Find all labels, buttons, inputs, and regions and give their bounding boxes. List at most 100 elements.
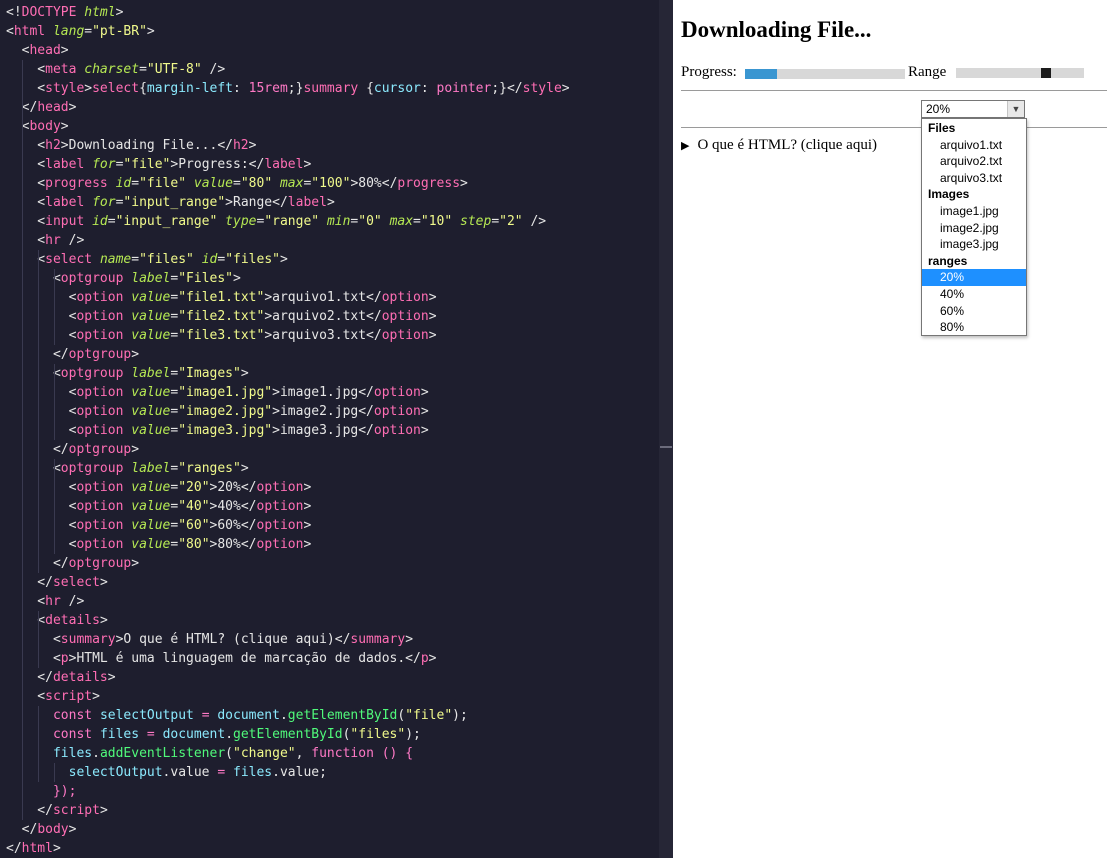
code-token: >arquivo1.txt</: [264, 290, 382, 305]
code-token: <: [6, 518, 77, 533]
code-token: >: [68, 822, 77, 837]
code-line[interactable]: <meta charset="UTF-8" />: [6, 60, 225, 79]
code-line[interactable]: const files = document.getElementById("f…: [6, 725, 421, 744]
dropdown-option[interactable]: image1.jpg: [922, 203, 1026, 220]
dropdown-option[interactable]: 60%: [922, 303, 1026, 320]
code-token: ,: [295, 746, 312, 761]
code-token: progress: [397, 176, 461, 191]
code-token: </: [6, 575, 53, 590]
files-select[interactable]: 20% ▼: [921, 100, 1025, 118]
code-token: {: [139, 81, 147, 96]
code-line[interactable]: <head>: [6, 41, 69, 60]
code-line[interactable]: });: [6, 782, 76, 801]
code-token: max: [279, 176, 304, 191]
code-line[interactable]: <option value="60">60%</option>: [6, 516, 312, 535]
code-line[interactable]: <optgroup label="ranges">: [6, 459, 249, 478]
code-line[interactable]: </head>: [6, 98, 77, 117]
code-line[interactable]: </optgroup>: [6, 440, 139, 459]
code-line[interactable]: <p>HTML é uma linguagem de marcação de d…: [6, 649, 437, 668]
code-token: "ranges": [178, 461, 241, 476]
code-token: />: [201, 62, 226, 77]
code-line[interactable]: <select name="files" id="files">: [6, 250, 288, 269]
code-line[interactable]: <option value="image3.jpg">image3.jpg</o…: [6, 421, 429, 440]
chevron-down-icon[interactable]: ▼: [1007, 101, 1024, 117]
code-token: value: [131, 537, 171, 552]
code-line[interactable]: <!DOCTYPE html>: [6, 3, 123, 22]
code-line[interactable]: <hr />: [6, 231, 84, 250]
dropdown-option[interactable]: arquivo2.txt: [922, 153, 1026, 170]
code-line[interactable]: <input id="input_range" type="range" min…: [6, 212, 546, 231]
code-line[interactable]: <html lang="pt-BR">: [6, 22, 155, 41]
dropdown-option[interactable]: 80%: [922, 319, 1026, 336]
dropdown-option[interactable]: arquivo3.txt: [922, 170, 1026, 187]
code-line[interactable]: <option value="20">20%</option>: [6, 478, 312, 497]
code-editor[interactable]: <!DOCTYPE html> <html lang="pt-BR"> <head…: [0, 0, 659, 858]
code-token: =: [139, 62, 147, 77]
dropdown-option[interactable]: 20%: [922, 269, 1026, 286]
code-line[interactable]: <option value="file1.txt">arquivo1.txt</…: [6, 288, 437, 307]
select-dropdown-list[interactable]: Files arquivo1.txt arquivo2.txt arquivo3.tx…: [921, 118, 1027, 336]
code-token: </: [6, 841, 22, 856]
code-line[interactable]: <option value="40">40%</option>: [6, 497, 312, 516]
dropdown-option[interactable]: image2.jpg: [922, 220, 1026, 237]
details-summary[interactable]: ▶ O que é HTML? (clique aqui): [681, 137, 877, 154]
code-line[interactable]: <progress id="file" value="80" max="100"…: [6, 174, 468, 193]
code-token: >: [52, 841, 61, 856]
scrollbar-thumb[interactable]: [660, 446, 672, 448]
editor-scrollbar[interactable]: [659, 0, 673, 858]
code-line[interactable]: <style>select{margin-left: 15rem;}summar…: [6, 79, 569, 98]
code-line[interactable]: </html>: [6, 839, 61, 858]
code-line[interactable]: files.addEventListener("change", functio…: [6, 744, 413, 763]
code-line[interactable]: <summary>O que é HTML? (clique aqui)</su…: [6, 630, 413, 649]
code-token: =: [217, 765, 226, 780]
disclosure-triangle-icon[interactable]: ▶: [681, 139, 689, 152]
code-token: "image1.jpg": [178, 385, 273, 400]
dropdown-option[interactable]: image3.jpg: [922, 236, 1026, 253]
code-line[interactable]: <optgroup label="Files">: [6, 269, 241, 288]
code-line[interactable]: </body>: [6, 820, 77, 839]
dropdown-option[interactable]: 40%: [922, 286, 1026, 303]
code-token: .: [92, 746, 100, 761]
code-token: >40%</: [209, 499, 257, 514]
indent-guide: [54, 459, 55, 554]
code-line[interactable]: <label for="input_range">Range</label>: [6, 193, 334, 212]
code-token: =: [146, 727, 155, 742]
code-line[interactable]: <label for="file">Progress:</label>: [6, 155, 311, 174]
code-token: "60": [178, 518, 210, 533]
code-token: select: [52, 575, 100, 590]
code-line[interactable]: <option value="80">80%</option>: [6, 535, 312, 554]
code-line[interactable]: <optgroup label="Images">: [6, 364, 249, 383]
code-line[interactable]: </optgroup>: [6, 345, 139, 364]
code-token: >: [248, 138, 257, 153]
code-token: files: [52, 746, 93, 761]
code-token: h2: [45, 138, 61, 153]
code-token: "40": [178, 499, 210, 514]
code-token: option: [76, 480, 124, 495]
dropdown-option[interactable]: arquivo1.txt: [922, 137, 1026, 154]
code-token: p: [60, 651, 69, 666]
code-line[interactable]: <script>: [6, 687, 100, 706]
code-token: </: [6, 670, 53, 685]
code-token: details: [45, 613, 100, 628]
code-line[interactable]: </optgroup>: [6, 554, 139, 573]
code-token: "UTF-8": [146, 62, 202, 77]
summary-text[interactable]: O que é HTML? (clique aqui): [697, 137, 877, 153]
code-token: style: [522, 81, 562, 96]
code-line[interactable]: const selectOutput = document.getElement…: [6, 706, 468, 725]
code-token: >image1.jpg</: [272, 385, 374, 400]
code-line[interactable]: <body>: [6, 117, 69, 136]
code-token: files: [233, 765, 273, 780]
code-line[interactable]: <option value="image1.jpg">image1.jpg</o…: [6, 383, 429, 402]
code-line[interactable]: <hr />: [6, 592, 84, 611]
range-thumb[interactable]: [1041, 68, 1051, 78]
code-line[interactable]: <h2>Downloading File...</h2>: [6, 136, 256, 155]
code-line[interactable]: <option value="image2.jpg">image2.jpg</o…: [6, 402, 429, 421]
code-token: optgroup: [60, 366, 124, 381]
code-line[interactable]: <option value="file3.txt">arquivo3.txt</…: [6, 326, 437, 345]
code-token: <: [6, 252, 46, 267]
range-slider[interactable]: [956, 68, 1084, 78]
code-line[interactable]: <option value="file2.txt">arquivo2.txt</…: [6, 307, 437, 326]
